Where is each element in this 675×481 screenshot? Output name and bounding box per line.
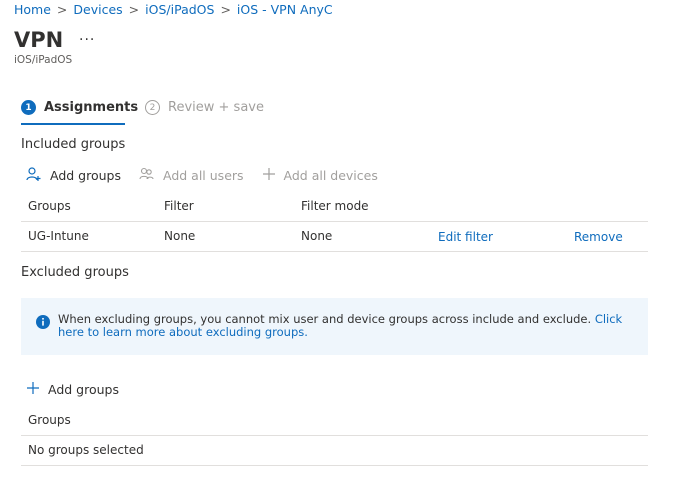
step-label: Review + save [168, 100, 264, 115]
breadcrumb-devices[interactable]: Devices [73, 2, 122, 17]
add-all-devices-button[interactable]: Add all devices [262, 167, 378, 184]
table-header: Groups [21, 406, 648, 436]
page-title: VPN [14, 28, 64, 52]
breadcrumb-home[interactable]: Home [14, 2, 51, 17]
breadcrumb-ios-ipados[interactable]: iOS/iPadOS [145, 2, 214, 17]
filter-value: None [164, 229, 196, 243]
edit-filter-link[interactable]: Edit filter [438, 223, 493, 252]
included-groups-table: Groups Filter Filter mode UG-Intune None… [21, 192, 648, 252]
more-options-button[interactable]: ... [79, 28, 95, 44]
breadcrumb-separator: > [56, 2, 68, 17]
add-groups-button[interactable]: Add groups [26, 166, 121, 185]
add-all-users-icon [139, 166, 163, 185]
group-name: UG-Intune [28, 229, 89, 243]
remove-link[interactable]: Remove [574, 223, 623, 252]
column-header-groups: Groups [28, 199, 71, 213]
table-row: No groups selected [21, 436, 648, 466]
excluded-command-bar: Add groups [26, 381, 137, 398]
plus-icon [262, 167, 284, 184]
step-review-save[interactable]: 2 Review + save [145, 100, 264, 115]
step-number: 1 [21, 100, 36, 115]
info-banner: When excluding groups, you cannot mix us… [21, 298, 648, 355]
empty-state-text: No groups selected [28, 443, 144, 457]
add-user-icon [26, 166, 50, 185]
included-groups-heading: Included groups [21, 137, 126, 152]
add-all-users-button[interactable]: Add all users [139, 166, 244, 185]
step-number: 2 [145, 100, 160, 115]
excluded-groups-table: Groups No groups selected [21, 406, 648, 466]
excluded-groups-heading: Excluded groups [21, 265, 129, 280]
column-header-groups: Groups [28, 413, 71, 427]
add-groups-label: Add groups [50, 168, 121, 183]
breadcrumb-profile[interactable]: iOS - VPN AnyC [237, 2, 333, 17]
table-row: UG-Intune None None Edit filter Remove [21, 222, 648, 252]
column-header-filter: Filter [164, 199, 194, 213]
table-header: Groups Filter Filter mode [21, 192, 648, 222]
included-command-bar: Add groups Add all users Add all devices [26, 166, 396, 185]
breadcrumb-separator: > [220, 2, 231, 17]
active-step-indicator [21, 123, 125, 125]
wizard-steps: 1 Assignments 2 Review + save [21, 100, 441, 126]
add-groups-label: Add groups [48, 382, 119, 397]
step-assignments[interactable]: 1 Assignments [21, 100, 138, 115]
add-all-users-label: Add all users [163, 168, 244, 183]
info-icon [36, 315, 50, 332]
add-excluded-groups-button[interactable]: Add groups [26, 381, 119, 398]
breadcrumb-separator: > [128, 2, 140, 17]
info-text: When excluding groups, you cannot mix us… [58, 312, 595, 326]
column-header-filter-mode: Filter mode [301, 199, 369, 213]
page-subtitle: iOS/iPadOS [14, 54, 73, 66]
plus-icon [26, 381, 48, 398]
add-all-devices-label: Add all devices [283, 168, 378, 183]
breadcrumb: Home > Devices > iOS/iPadOS > iOS - VPN AnyC [14, 2, 333, 17]
filter-mode-value: None [301, 229, 333, 243]
step-label: Assignments [44, 100, 139, 115]
